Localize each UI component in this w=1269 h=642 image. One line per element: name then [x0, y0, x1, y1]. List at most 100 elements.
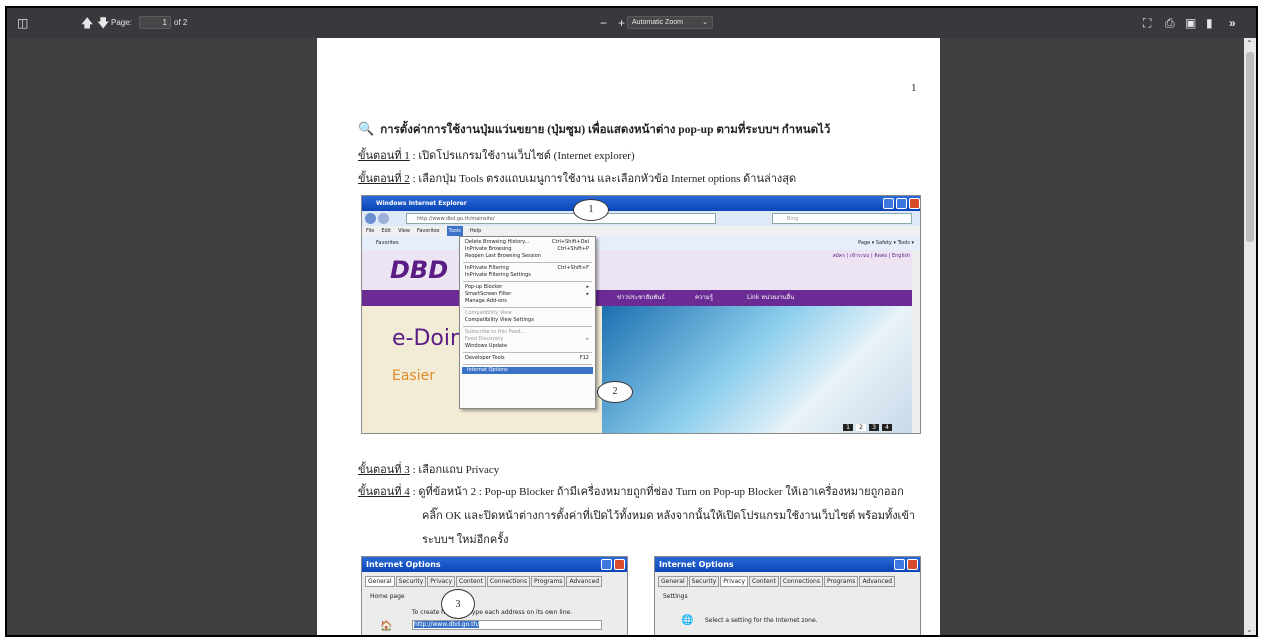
home-page-url: http://www.dbd.go.th/ [414, 621, 480, 628]
bookmark-icon[interactable]: ▮ [1206, 17, 1213, 29]
menu-item-reopen-session: Reopen Last Browsing Session [465, 253, 541, 259]
step-4-line-2: คลิ๊ก OK และปิดหน้าต่างการตั้งค่าที่เปิด… [422, 510, 916, 522]
menu-item-subscribe-feed: Subscribe to this Feed... [465, 329, 526, 335]
help-icon [601, 559, 612, 570]
print-icon[interactable]: ⎙ [1165, 17, 1175, 29]
dialog-right-tabs: General Security Privacy Content Connect… [655, 572, 920, 587]
maximize-icon [896, 198, 907, 209]
tools-menu-icon[interactable]: » [1229, 17, 1236, 29]
chevron-down-icon: ⌄ [702, 18, 708, 26]
ie-command-bar: Page ▾ Safety ▾ Tools ▾ [858, 240, 914, 246]
dialog-left-text: To create home pa type each address on i… [412, 609, 573, 616]
ie-titlebar: Windows Internet Explorer [362, 196, 920, 211]
page-number: 1 [911, 82, 917, 94]
favorites-label: Favorites [376, 240, 399, 246]
slide-4: 4 [882, 424, 892, 431]
site-nav: ข่าวประชาสัมพันธ์ ความรู้ Link หน่วยงานอ… [362, 290, 920, 306]
magnifier-icon: 🔍 [358, 121, 375, 136]
step-4-line-3: ระบบฯ ใหม่อีกครั้ง [422, 534, 509, 546]
scroll-down-icon[interactable]: ⌄ [1246, 625, 1253, 634]
menu-view: View [398, 228, 410, 234]
pdf-viewer-window: ◫ 🡅 🡇 Page: 1 of 2 − + Automatic Zoom ⌄ ⛶… [5, 6, 1258, 637]
menu-item-smartscreen: SmartScreen Filter ▸ [465, 291, 589, 297]
menu-item-compat-view: Compatibility View [465, 310, 512, 316]
step-3: ขั้นตอนที่ 3 : เลือกแถบ Privacy [358, 460, 499, 478]
ie-menubar: File Edit View Favorites Tools Help [362, 226, 920, 236]
dialog-left-tabs: General Security Privacy Content Connect… [362, 572, 627, 587]
zoom-out-button[interactable]: − [600, 17, 607, 29]
zoom-select[interactable]: Automatic Zoom ⌄ [627, 16, 713, 29]
tab-content: Content [456, 576, 486, 587]
tab-advanced: Advanced [566, 576, 603, 587]
step-1-label: ขั้นตอนที่ 1 [358, 150, 410, 162]
next-page-icon[interactable]: 🡇 [97, 17, 109, 29]
save-icon[interactable]: ▣ [1185, 17, 1196, 29]
close-icon [907, 559, 918, 570]
menu-item-inprivate-filtering: InPrivate Filtering Ctrl+Shift+F [465, 265, 589, 271]
scrollbar-thumb[interactable] [1246, 52, 1254, 242]
dialog-left-title: Internet Options [362, 557, 627, 572]
page-label: Page: [111, 18, 132, 27]
doc-heading-text: การตั้งค่าการใช้งานปุ่มแว่นขยาย (ปุ่มซูม… [380, 124, 831, 136]
slide-1: 1 [843, 424, 853, 431]
callout-3: 3 [441, 589, 475, 619]
step-4-label: ขั้นตอนที่ 4 [358, 486, 410, 498]
ie-favorites-bar: Favorites Page ▾ Safety ▾ Tools ▾ [362, 236, 920, 250]
forward-icon [378, 213, 389, 224]
menu-item-popup-blocker: Pop-up Blocker ▸ [465, 284, 589, 290]
home-page-field: http://www.dbd.go.th/ [412, 620, 602, 630]
callout-2: 2 [597, 381, 633, 403]
tab-privacy: Privacy [720, 576, 749, 587]
menu-item-compat-settings: Compatibility View Settings [465, 317, 534, 323]
site-nav-news: ข่าวประชาสัมพันธ์ [617, 294, 665, 301]
ie-screenshot: Windows Internet Explorer http://www.dbd… [361, 195, 921, 434]
step-2-label: ขั้นตอนที่ 2 [358, 173, 410, 185]
site-banner-image: 1 2 3 4 [602, 306, 912, 433]
vertical-scrollbar[interactable]: ⌃ ⌄ [1244, 38, 1256, 635]
tools-dropdown-menu: Delete Browsing History... Ctrl+Shift+Del… [459, 236, 596, 409]
menu-item-manage-addons: Manage Add-ons [465, 298, 507, 304]
menu-item-internet-options: Internet Options [462, 367, 593, 374]
minimize-icon [883, 198, 894, 209]
back-icon [365, 213, 376, 224]
menu-item-developer-tools: Developer Tools F12 [465, 355, 589, 361]
menu-item-inprivate-filtering-settings: InPrivate Filtering Settings [465, 272, 531, 278]
previous-page-icon[interactable]: 🡅 [81, 17, 93, 29]
slide-indicators: 1 2 3 4 [843, 424, 892, 431]
tab-content: Content [749, 576, 779, 587]
close-icon [909, 198, 920, 209]
slide-3: 3 [869, 424, 879, 431]
slide-2: 2 [856, 424, 866, 431]
step-3-text: : เลือกแถบ Privacy [409, 464, 500, 476]
site-nav-links: Link หน่วยงานอื่น [747, 294, 795, 301]
zoom-value: Automatic Zoom [632, 18, 683, 26]
sidebar-toggle-icon[interactable]: ◫ [17, 17, 28, 29]
ie-title: Windows Internet Explorer [376, 200, 467, 207]
callout-1: 1 [573, 199, 609, 221]
site-logo: DBD [390, 256, 449, 284]
menu-favorites: Favorites [416, 228, 440, 234]
step-4: ขั้นตอนที่ 4 : ดูที่ข้อหน้า 2 : Pop-up B… [358, 482, 904, 500]
tab-programs: Programs [823, 576, 859, 587]
step-4-text: : ดูที่ข้อหน้า 2 : Pop-up Blocker ถ้ามีเ… [409, 486, 904, 498]
menu-item-delete-history: Delete Browsing History... Ctrl+Shift+Del [465, 239, 589, 245]
site-nav-knowledge: ความรู้ [695, 294, 713, 301]
help-icon [894, 559, 905, 570]
page-number-input[interactable]: 1 [139, 16, 171, 29]
site-header: DBD สมัคร | เข้าระบบ | ติดต่อ | English [362, 250, 920, 290]
step-3-label: ขั้นตอนที่ 3 [358, 464, 410, 476]
scroll-up-icon[interactable]: ⌃ [1246, 39, 1253, 48]
menu-help: Help [469, 228, 482, 234]
site-edoing: e-Doin [392, 326, 464, 351]
tab-general: General [658, 576, 688, 587]
step-2: ขั้นตอนที่ 2 : เลือกปุ่ม Tools ตรงแถบเมน… [358, 169, 796, 187]
page-count-label: of 2 [174, 18, 188, 27]
zoom-in-button[interactable]: + [618, 17, 625, 29]
menu-tools: Tools [446, 226, 463, 236]
dialog-right-text: Select a setting for the Internet zone. [705, 617, 818, 624]
tab-security: Security [395, 576, 427, 587]
ie-website: DBD สมัคร | เข้าระบบ | ติดต่อ | English … [362, 250, 920, 433]
presentation-mode-icon[interactable]: ⛶ [1143, 17, 1151, 29]
document-viewer[interactable]: 1 🔍 การตั้งค่าการใช้งานปุ่มแว่นขยาย (ปุ่ม… [7, 38, 1256, 635]
home-icon: 🏠 [380, 621, 393, 632]
